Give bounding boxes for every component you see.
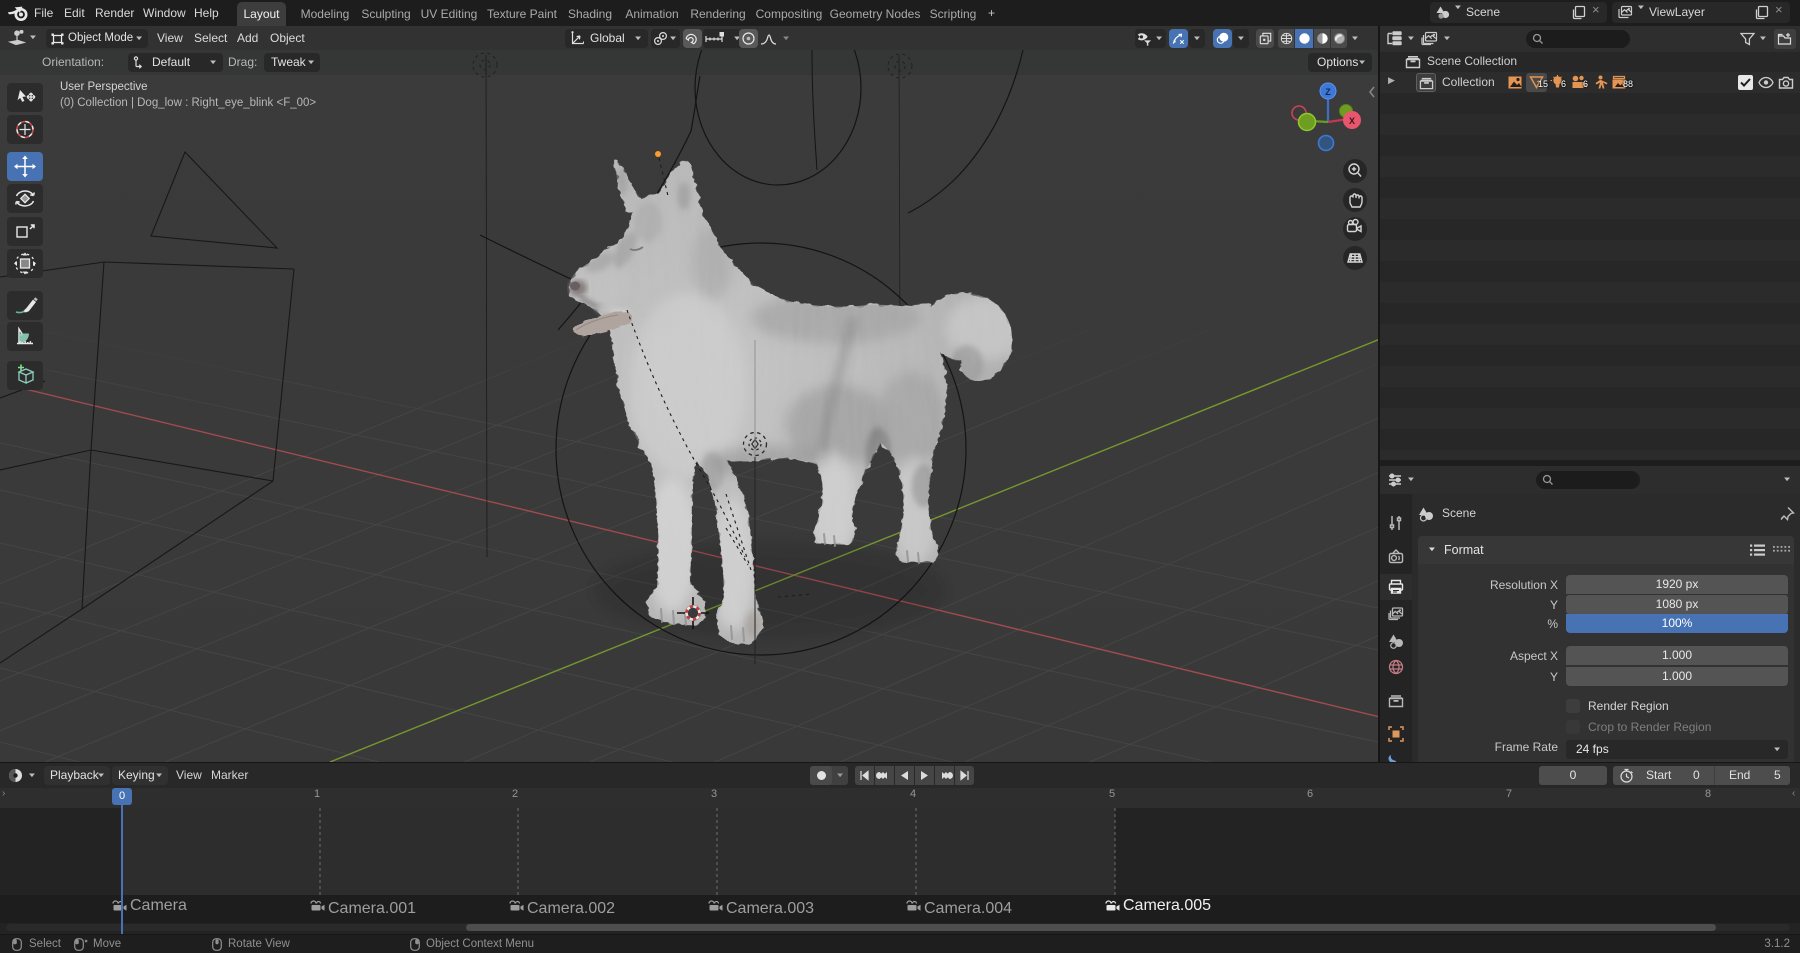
svg-text:X: X — [1349, 116, 1355, 126]
svg-text:Z: Z — [1325, 87, 1331, 97]
